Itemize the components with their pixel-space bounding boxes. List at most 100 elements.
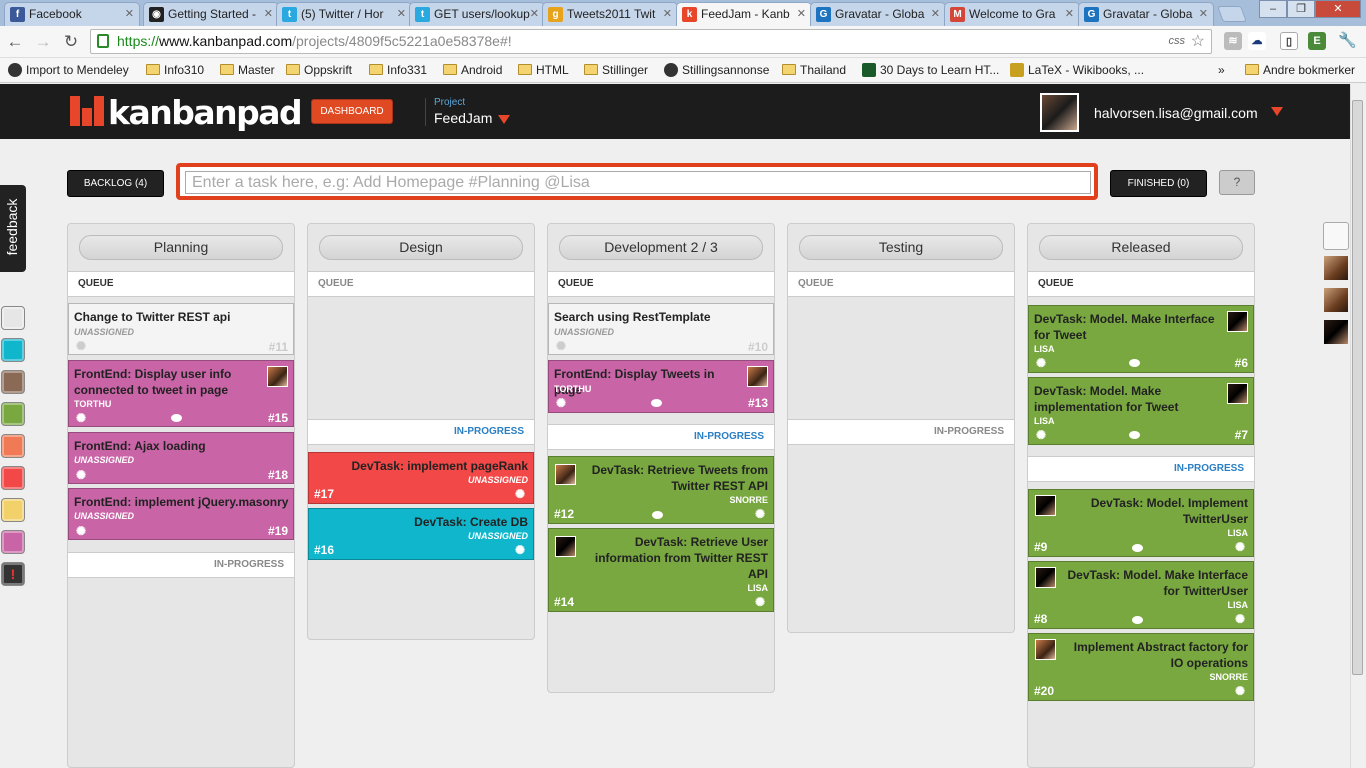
add-member-button[interactable] [1323,222,1349,250]
browser-tab-getting-started[interactable]: ◉ Getting Started - ✕ [143,2,279,26]
color-filter-green[interactable] [1,402,25,426]
close-tab-icon[interactable]: ✕ [931,3,940,25]
settings-gear-icon[interactable]: ✺ [515,488,525,500]
help-button[interactable]: ? [1219,170,1255,195]
settings-gear-icon[interactable]: ✺ [76,412,86,424]
settings-gear-icon[interactable]: ✺ [755,596,765,608]
comment-bubble-icon[interactable] [1132,544,1143,552]
comment-bubble-icon[interactable] [1129,359,1140,367]
team-member-avatar[interactable] [1324,288,1348,312]
team-member-avatar[interactable] [1324,256,1348,280]
color-filter-brown[interactable] [1,370,25,394]
settings-gear-icon[interactable]: ✺ [515,544,525,556]
task-card[interactable]: DevTask: Retrieve Tweets from Twitter RE… [548,456,774,524]
browser-tab-get-users-lookup[interactable]: t GET users/lookup ✕ [409,2,545,26]
bookmark-info331[interactable]: Info331 [369,62,427,78]
forward-arrow-icon[interactable]: → [33,31,53,53]
task-card[interactable]: FrontEnd: Display user info connected to… [68,360,294,427]
browser-tab-facebook[interactable]: f Facebook ✕ [4,2,140,26]
bookmark-android[interactable]: Android [443,62,502,78]
close-tab-icon[interactable]: ✕ [397,3,406,25]
column-header[interactable]: Planning [79,235,283,260]
comment-bubble-icon[interactable] [1132,616,1143,624]
urgent-filter-icon[interactable]: ! [1,562,25,586]
color-filter-cyan[interactable] [1,338,25,362]
feedback-tab[interactable]: feedback [0,185,26,272]
user-menu-dropdown[interactable] [1265,104,1283,118]
browser-tab-gravatar-2[interactable]: G Gravatar - Globa ✕ [1078,2,1214,26]
close-tab-icon[interactable]: ✕ [1065,3,1074,25]
project-selector[interactable]: FeedJam [434,110,511,126]
comment-bubble-icon[interactable] [171,414,182,422]
task-card[interactable]: DevTask: Model. Make implementation for … [1028,377,1254,445]
minimize-button[interactable]: – [1259,0,1287,18]
browser-tab-gravatar[interactable]: G Gravatar - Globa ✕ [810,2,946,26]
backlog-button[interactable]: BACKLOG (4) [67,170,164,197]
close-tab-icon[interactable]: ✕ [264,3,273,25]
dashboard-button[interactable]: DASHBOARD [311,99,393,124]
settings-gear-icon[interactable]: ✺ [76,525,86,537]
bookmark-latex-wikibooks[interactable]: LaTeX - Wikibooks, ... [1010,62,1144,78]
bookmark-import-mendeley[interactable]: Import to Mendeley [8,62,129,78]
browser-tab-twitter-home[interactable]: t (5) Twitter / Hor ✕ [276,2,412,26]
color-filter-orange[interactable] [1,434,25,458]
css-extension-label[interactable]: css [1169,30,1186,53]
column-header[interactable]: Released [1039,235,1243,260]
bookmark-other-bookmarks[interactable]: Andre bokmerker [1245,62,1355,78]
task-card[interactable]: FrontEnd: Ajax loading UNASSIGNED ✺ #18 [68,432,294,484]
settings-gear-icon[interactable]: ✺ [76,340,86,352]
close-tab-icon[interactable]: ✕ [663,3,672,25]
color-filter-pink[interactable] [1,530,25,554]
bookmark-html[interactable]: HTML [518,62,569,78]
close-tab-icon[interactable]: ✕ [530,3,539,25]
new-tab-button[interactable] [1217,6,1247,22]
close-tab-icon[interactable]: ✕ [797,3,806,25]
task-card[interactable]: DevTask: Create DB UNASSIGNED #16 ✺ [308,508,534,560]
task-card[interactable]: DevTask: Model. Make Interface for Twitt… [1028,561,1254,629]
bookmark-star-icon[interactable]: ☆ [1191,30,1205,53]
comment-bubble-icon[interactable] [1129,431,1140,439]
signal-extension-icon[interactable]: ≋ [1224,32,1242,50]
bookmark-stillinger[interactable]: Stillinger [584,62,648,78]
team-member-avatar[interactable] [1324,320,1348,344]
evernote-extension-icon[interactable]: E [1308,32,1326,50]
settings-gear-icon[interactable]: ✺ [556,340,566,352]
bookmarks-overflow-chevron[interactable]: » [1204,62,1225,78]
settings-gear-icon[interactable]: ✺ [556,397,566,409]
phone-extension-icon[interactable]: ▯ [1280,32,1298,50]
color-filter-red[interactable] [1,466,25,490]
bookmark-stillingsannonse[interactable]: Stillingsannonse [664,62,769,78]
settings-gear-icon[interactable]: ✺ [1036,429,1046,441]
task-card[interactable]: DevTask: Model. Implement TwitterUser LI… [1028,489,1254,557]
task-input[interactable] [185,171,1091,194]
settings-gear-icon[interactable]: ✺ [76,469,86,481]
column-header[interactable]: Development 2 / 3 [559,235,763,260]
task-card[interactable]: FrontEnd: implement jQuery.masonry UNASS… [68,488,294,540]
maximize-button[interactable]: ❐ [1287,0,1315,18]
user-email[interactable]: halvorsen.lisa@gmail.com [1094,105,1258,121]
browser-tab-feedjam[interactable]: k FeedJam - Kanb ✕ [676,2,812,27]
settings-gear-icon[interactable]: ✺ [755,508,765,520]
address-bar[interactable]: https://www.kanbanpad.com/projects/4809f… [90,29,1212,54]
close-tab-icon[interactable]: ✕ [125,3,134,25]
wrench-icon[interactable]: 🔧 [1338,32,1357,50]
task-card[interactable]: FrontEnd: Display Tweets in page TORTHU … [548,360,774,413]
reload-icon[interactable]: ↻ [61,31,81,53]
back-arrow-icon[interactable]: ← [5,31,25,53]
comment-bubble-icon[interactable] [652,511,663,519]
browser-tab-tweets2011[interactable]: g Tweets2011 Twit ✕ [542,2,678,26]
user-avatar[interactable] [1040,93,1079,132]
column-header[interactable]: Testing [799,235,1003,260]
bookmark-30-days[interactable]: 30 Days to Learn HT... [862,62,999,78]
bookmark-info310[interactable]: Info310 [146,62,204,78]
task-card[interactable]: Implement Abstract factory for IO operat… [1028,633,1254,701]
task-card[interactable]: Change to Twitter REST api UNASSIGNED ✺ … [68,303,294,355]
cloud-extension-icon[interactable]: ☁ [1248,32,1266,50]
settings-gear-icon[interactable]: ✺ [1036,357,1046,369]
settings-gear-icon[interactable]: ✺ [1235,685,1245,697]
column-header[interactable]: Design [319,235,523,260]
finished-button[interactable]: FINISHED (0) [1110,170,1207,197]
bookmark-oppskrift[interactable]: Oppskrift [286,62,352,78]
settings-gear-icon[interactable]: ✺ [1235,613,1245,625]
bookmark-thailand[interactable]: Thailand [782,62,846,78]
